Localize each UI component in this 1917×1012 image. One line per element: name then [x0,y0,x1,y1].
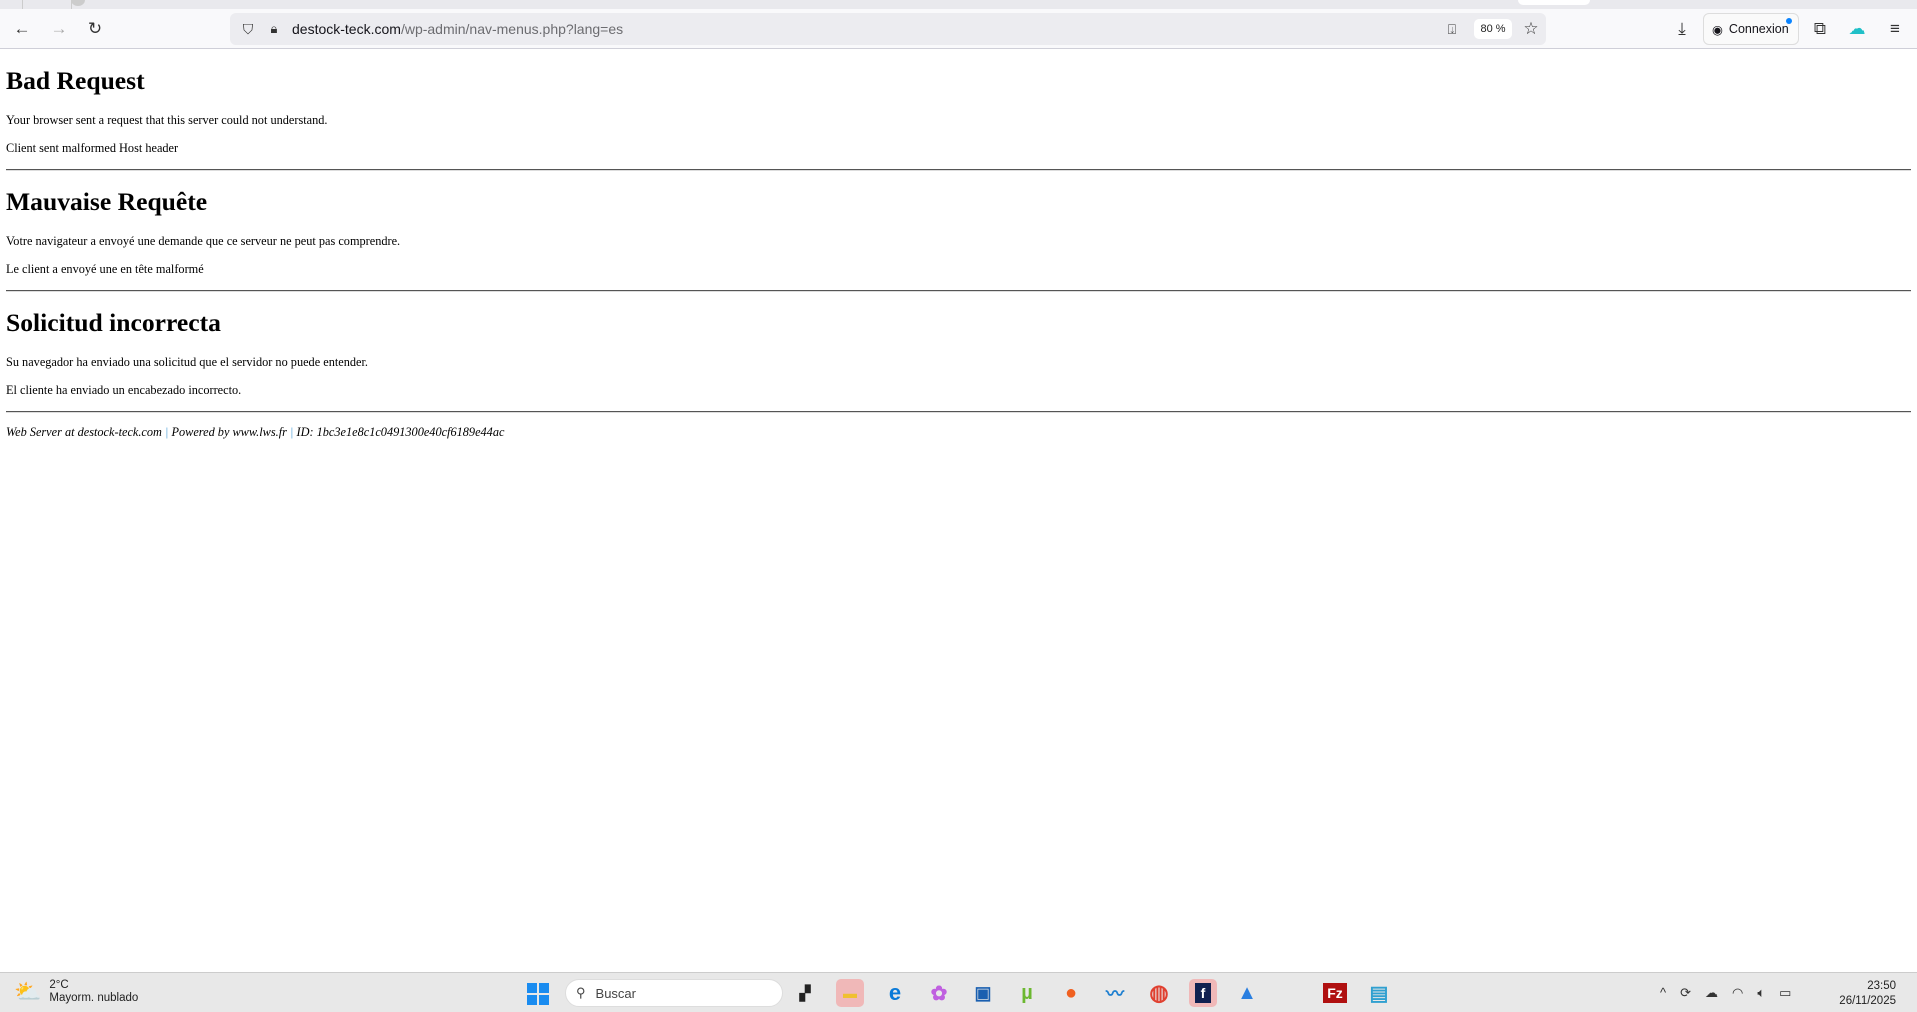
volume-icon[interactable]: 🔈︎ [1757,985,1765,1001]
separator: | [165,425,169,439]
copilot-icon[interactable]: ✿ [925,979,953,1007]
notification-dot [1786,18,1792,24]
clock[interactable]: 23:50 26/11/2025 [1839,979,1896,1009]
start-button[interactable] [527,983,549,1005]
chevron-up-icon[interactable]: ^ [1660,985,1666,1001]
address-bar[interactable]: ⛉ 🔒︎ destock-teck.com/wp-admin/nav-menus… [230,13,1546,45]
server-name: Web Server at destock-teck.com [6,425,162,439]
extensions-icon[interactable]: ⧉ [1808,17,1832,41]
wifi-icon[interactable]: ◠ [1732,985,1743,1001]
forward-button[interactable]: → [47,17,71,41]
weather-temp: 2°C [49,979,69,991]
divider [6,169,1911,171]
sync-icon[interactable]: ⟳ [1680,985,1691,1001]
heading-en: Bad Request [6,66,145,95]
bookmark-star-icon[interactable]: ☆ [1519,17,1543,41]
system-tray: ^ ⟳ ☁ ◠ 🔈︎ ▭ [1660,985,1791,1001]
chrome-icon[interactable]: ◍ [1145,979,1173,1007]
signin-label: Connexion [1728,22,1789,36]
menu-icon[interactable]: ≡ [1883,17,1907,41]
reload-button[interactable]: ↻ [83,17,107,41]
firefox-icon[interactable]: ● [1057,979,1085,1007]
edge-icon[interactable]: e [881,979,909,1007]
shield-icon[interactable]: ⛉ [236,17,260,41]
utorrent-icon[interactable]: µ [1013,979,1041,1007]
divider [6,290,1911,292]
task-view-icon[interactable]: ▞ [791,979,819,1007]
weather-widget[interactable]: ⛅ 2°C Mayorm. nublado [14,979,138,1005]
back-button[interactable]: ← [10,17,34,41]
detail-en: Client sent malformed Host header [6,141,179,155]
server-footer: Web Server at destock-teck.com | Powered… [6,425,1911,440]
url-host: destock-teck.com [292,21,401,37]
tab-favicon [71,0,85,6]
signin-button[interactable]: ◉ Connexion [1703,13,1799,45]
weather-cloud-icon: ⛅ [14,979,42,1004]
browser-toolbar: ← → ↻ ⛉ 🔒︎ destock-teck.com/wp-admin/nav… [0,9,1917,49]
lock-icon[interactable]: 🔒︎ [262,17,286,41]
tab-strip [0,0,1917,9]
photos-icon[interactable]: ▲ [1233,979,1261,1007]
divider [6,411,1911,413]
url-path: /wp-admin/nav-menus.php?lang=es [400,21,624,37]
store-icon[interactable]: ▣ [969,979,997,1007]
time: 23:50 [1867,980,1896,992]
url-text[interactable]: destock-teck.com/wp-admin/nav-menus.php?… [292,21,623,37]
heading-fr: Mauvaise Requête [6,187,208,216]
message-es: Su navegador ha enviado una solicitud qu… [6,355,368,369]
detail-es: El cliente ha enviado un encabezado inco… [6,383,242,397]
heading-es: Solicitud incorrecta [6,308,221,337]
cloud-icon[interactable]: ☁ [1845,17,1869,41]
powered-by: Powered by www.lws.fr [171,425,287,439]
account-icon: ◉ [1712,22,1723,37]
filezilla-icon[interactable]: Fz [1321,979,1349,1007]
taskbar: ⛅ 2°C Mayorm. nublado ⚲ Buscar ▞ ▬ e ✿ ▣ µ… [0,972,1917,1012]
separator: | [290,425,294,439]
app-icon[interactable]: f [1189,979,1217,1007]
detail-fr: Le client a envoyé une en tête malformé [6,262,204,276]
date: 26/11/2025 [1839,995,1896,1007]
weather-desc: Mayorm. nublado [49,992,139,1004]
notepad-icon[interactable]: ▤ [1365,979,1393,1007]
save-page-icon[interactable]: ⍗ [1440,17,1464,41]
page-content: Bad Request Your browser sent a request … [6,50,1911,440]
taskbar-search[interactable]: ⚲ Buscar [565,979,783,1007]
tab[interactable] [22,0,85,9]
zoom-level[interactable]: 80 % [1474,19,1512,39]
downloads-icon[interactable]: ⤓ [1670,17,1694,41]
search-icon: ⚲ [576,985,586,1000]
active-tab[interactable] [1518,0,1590,5]
battery-icon[interactable]: ▭ [1779,985,1791,1001]
request-id: ID: 1bc3e1e8c1c0491300e40cf6189e44ac [296,425,505,439]
message-en: Your browser sent a request that this se… [6,113,328,127]
message-fr: Votre navigateur a envoyé une demande qu… [6,234,401,248]
file-explorer-icon[interactable]: ▬ [836,979,864,1007]
search-placeholder: Buscar [595,985,636,1001]
monitor-app-icon[interactable]: 〰 [1101,979,1129,1007]
onedrive-icon[interactable]: ☁ [1705,985,1718,1001]
